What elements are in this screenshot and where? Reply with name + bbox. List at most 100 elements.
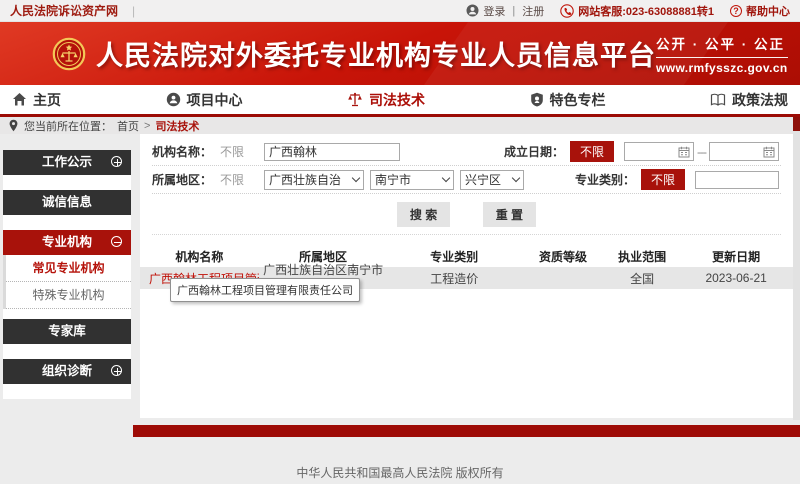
founded-date-from-input[interactable]: [624, 142, 694, 161]
collapse-icon[interactable]: [111, 236, 122, 247]
banner-slogan-block: 公开 · 公平 · 公正 www.rmfysszc.gov.cn: [656, 33, 800, 75]
filter-row-region-category: 所属地区： 不限 广西壮族自治 南宁市 兴宁区 专业类别： 不限: [152, 166, 781, 194]
nav-label: 主页: [33, 90, 61, 110]
org-name-label: 机构名称：: [152, 143, 220, 160]
nav-item-home[interactable]: 主页: [12, 90, 61, 110]
org-name-input[interactable]: [264, 143, 400, 161]
scales-icon: [347, 92, 363, 107]
category-group: 专业类别： 不限: [575, 169, 779, 190]
sidebar-item-work-publicity[interactable]: 工作公示: [3, 150, 131, 175]
district-select[interactable]: 兴宁区: [460, 170, 524, 190]
user-icon: [466, 4, 479, 17]
home-icon: [12, 92, 27, 107]
nav-item-judicial-tech[interactable]: 司法技术: [347, 90, 425, 110]
content-bottom-bar: [133, 425, 800, 437]
nav-label: 政策法规: [732, 90, 788, 110]
copyright-footer: 中华人民共和国最高人民法院 版权所有: [0, 464, 800, 481]
login-link[interactable]: 登录: [483, 3, 505, 19]
province-select[interactable]: 广西壮族自治: [264, 170, 364, 190]
content-panel: 机构名称： 不限 成立日期： 不限 --- 所属地区： 不限: [140, 134, 793, 418]
org-updated-cell: 2023-06-21: [679, 271, 793, 285]
nav-item-project-center[interactable]: 项目中心: [166, 90, 243, 110]
breadcrumb-home[interactable]: 首页: [117, 118, 139, 134]
category-input[interactable]: [695, 171, 779, 189]
location-pin-icon: [8, 119, 19, 132]
chevron-down-icon: [442, 174, 450, 182]
city-select[interactable]: 南宁市: [370, 170, 454, 190]
login-register-divider: |: [512, 5, 515, 17]
col-header-scope: 执业范围: [605, 248, 679, 265]
sidebar-item-label: 专业机构: [42, 235, 92, 249]
submenu-item-common-orgs[interactable]: 常见专业机构: [6, 255, 131, 282]
category-unlimited-button[interactable]: 不限: [641, 169, 685, 190]
date-range-separator: ---: [697, 145, 706, 159]
founded-date-to-input[interactable]: [709, 142, 779, 161]
book-icon: [710, 93, 726, 107]
main-nav: 主页 项目中心 司法技术 特色专栏 政策法规: [0, 85, 800, 117]
sidebar-item-professional-orgs[interactable]: 专业机构: [3, 230, 131, 255]
category-label: 专业类别：: [575, 171, 641, 188]
district-value: 兴宁区: [465, 171, 501, 188]
project-center-icon: [166, 92, 181, 107]
sidebar-item-label: 专家库: [48, 324, 86, 338]
col-header-category: 专业类别: [387, 248, 521, 265]
founded-date-label: 成立日期：: [504, 143, 570, 160]
service-group: 网站客服:023-63088881转1: [560, 3, 714, 19]
expand-icon[interactable]: [111, 365, 122, 376]
asset-site-link[interactable]: 人民法院诉讼资产网: [10, 2, 118, 19]
site-url: www.rmfysszc.gov.cn: [656, 61, 788, 75]
help-group: 帮助中心: [730, 3, 790, 19]
topbar-right: 登录 | 注册 网站客服:023-63088881转1 帮助中心: [450, 3, 790, 19]
phone-icon: [560, 4, 574, 18]
col-header-level: 资质等级: [521, 248, 605, 265]
col-header-updated: 更新日期: [679, 248, 793, 265]
sidebar-item-integrity-info[interactable]: 诚信信息: [3, 190, 131, 215]
sidebar-item-label: 组织诊断: [42, 364, 92, 378]
professional-orgs-submenu: 常见专业机构 特殊专业机构: [3, 255, 131, 309]
court-emblem-logo: [52, 37, 86, 71]
nav-item-featured-column[interactable]: 特色专栏: [530, 90, 606, 110]
calendar-icon: [763, 146, 775, 158]
sidebar-item-expert-pool[interactable]: 专家库: [3, 319, 131, 344]
topbar-divider: |: [132, 4, 135, 18]
region-label: 所属地区：: [152, 171, 220, 188]
sidebar-item-label: 工作公示: [42, 155, 92, 169]
org-name-unlimited[interactable]: 不限: [220, 143, 264, 160]
founded-unlimited-button[interactable]: 不限: [570, 141, 614, 162]
city-value: 南宁市: [375, 171, 411, 188]
sidebar-item-label: 诚信信息: [42, 195, 92, 209]
account-group: 登录 | 注册: [466, 3, 544, 19]
platform-title: 人民法院对外委托专业机构专业人员信息平台: [96, 34, 656, 73]
site-banner: 人民法院对外委托专业机构专业人员信息平台 公开 · 公平 · 公正 www.rm…: [0, 22, 800, 85]
search-button[interactable]: 搜 索: [397, 202, 450, 227]
filter-row-name-date: 机构名称： 不限 成立日期： 不限 ---: [152, 138, 781, 166]
filter-actions: 搜 索 重 置: [152, 194, 781, 235]
chevron-down-icon: [512, 174, 520, 182]
org-name-tooltip: 广西翰林工程项目管理有限责任公司: [170, 278, 360, 302]
col-header-org-name: 机构名称: [140, 248, 259, 265]
nav-label: 项目中心: [187, 90, 243, 110]
region-unlimited[interactable]: 不限: [220, 171, 264, 188]
help-icon: [730, 5, 742, 17]
nav-label: 特色专栏: [550, 90, 606, 110]
register-link[interactable]: 注册: [522, 3, 544, 19]
nav-label: 司法技术: [369, 90, 425, 110]
reset-button[interactable]: 重 置: [483, 202, 536, 227]
slogan-text: 公开 · 公平 · 公正: [656, 33, 788, 58]
service-phone: 网站客服:023-63088881转1: [578, 3, 714, 19]
page-scrollbar-thumb[interactable]: [793, 117, 800, 131]
expand-icon[interactable]: [111, 156, 122, 167]
sidebar-item-org-diagnosis[interactable]: 组织诊断: [3, 359, 131, 384]
nav-item-policy[interactable]: 政策法规: [710, 90, 788, 110]
province-value: 广西壮族自治: [269, 171, 341, 188]
sidebar: 工作公示 诚信信息 专业机构 常见专业机构 特殊专业机构 专家库 组织诊断: [3, 150, 131, 399]
utility-bar: 人民法院诉讼资产网 | 登录 | 注册 网站客服:023-63088881转1 …: [0, 0, 800, 22]
submenu-item-special-orgs[interactable]: 特殊专业机构: [6, 282, 131, 309]
founded-date-group: 成立日期： 不限 ---: [504, 141, 779, 162]
breadcrumb-prefix: 您当前所在位置：: [24, 118, 112, 134]
breadcrumb: 您当前所在位置： 首页 > 司法技术: [0, 117, 800, 134]
help-center-link[interactable]: 帮助中心: [746, 3, 790, 19]
breadcrumb-separator: >: [144, 120, 150, 132]
org-category-cell: 工程造价: [387, 270, 521, 287]
breadcrumb-current[interactable]: 司法技术: [155, 118, 199, 134]
